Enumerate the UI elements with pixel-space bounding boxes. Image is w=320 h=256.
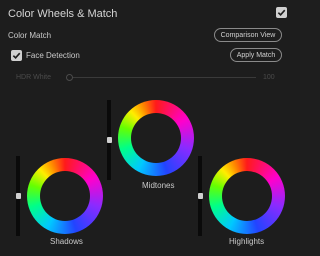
comparison-view-button[interactable]: Comparison View	[214, 28, 282, 42]
hdr-white-label: HDR White	[16, 74, 52, 81]
color-wheels-panel: Color Wheels & Match Color Match Compari…	[0, 0, 300, 256]
checkmark-icon	[277, 9, 286, 17]
shadows-wheel-center[interactable]	[40, 171, 90, 221]
hdr-white-slider-thumb[interactable]	[66, 74, 73, 81]
color-match-label: Color Match	[8, 31, 52, 40]
panel-enable-checkbox[interactable]	[276, 7, 287, 18]
checkmark-icon	[12, 52, 21, 60]
face-detection-checkbox[interactable]	[11, 50, 22, 61]
midtones-label: Midtones	[142, 181, 175, 190]
highlights-luma-thumb[interactable]	[198, 193, 203, 199]
highlights-label: Highlights	[229, 237, 265, 246]
midtones-wheel-center[interactable]	[131, 113, 181, 163]
apply-match-button[interactable]: Apply Match	[230, 48, 282, 62]
face-detection-label: Face Detection	[26, 51, 80, 60]
highlights-wheel-center[interactable]	[222, 171, 272, 221]
shadows-luma-thumb[interactable]	[16, 193, 21, 199]
hdr-white-slider-track[interactable]	[70, 77, 256, 78]
midtones-luma-thumb[interactable]	[107, 137, 112, 143]
panel-title: Color Wheels & Match	[8, 8, 118, 20]
hdr-white-value: 100	[263, 74, 275, 81]
shadows-label: Shadows	[50, 237, 83, 246]
